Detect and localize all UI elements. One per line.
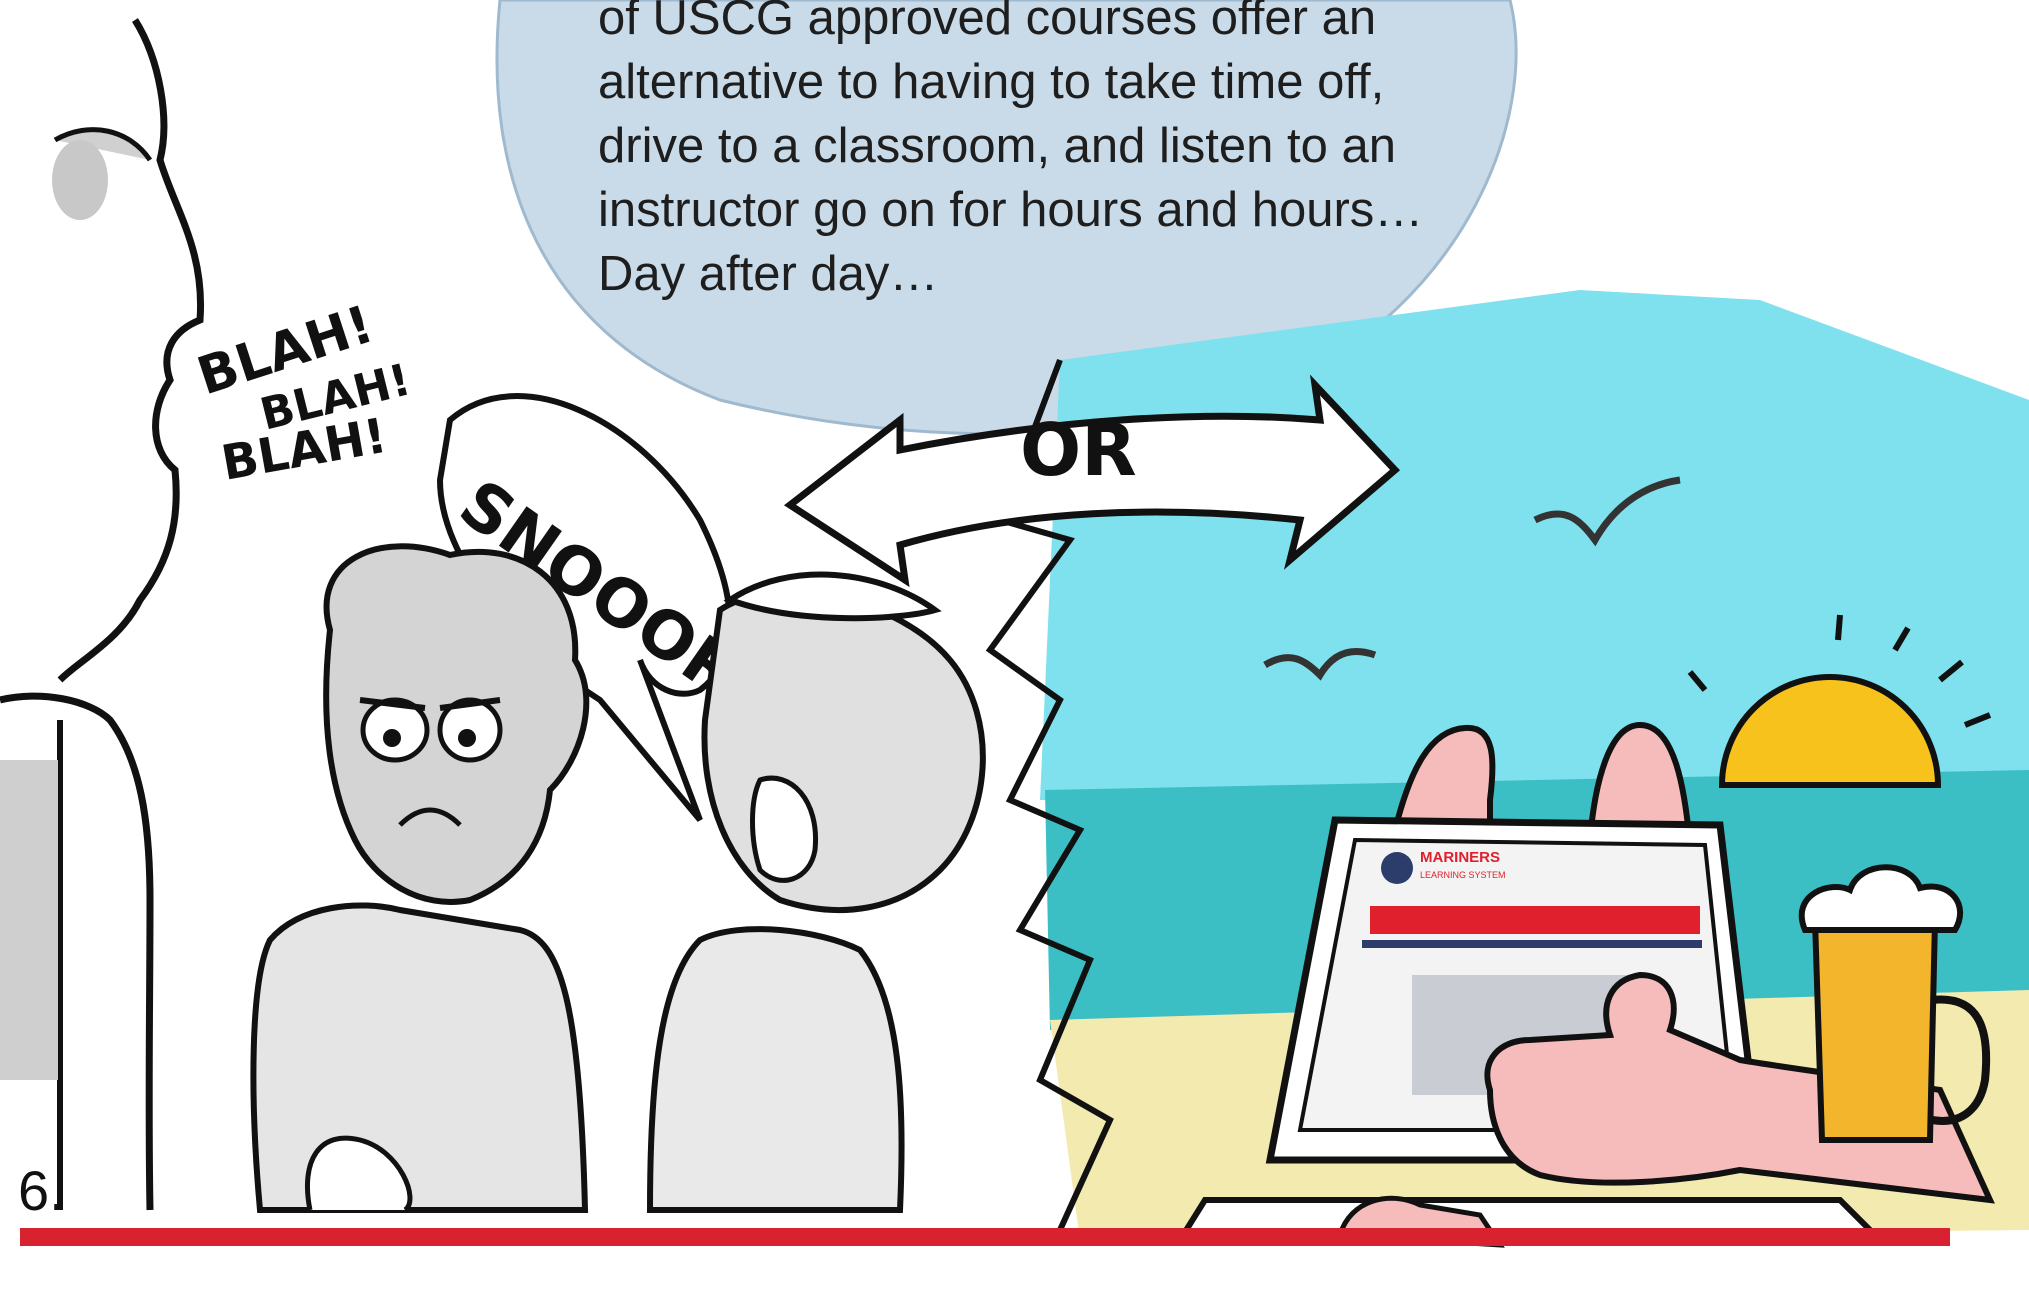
brand-red-bar <box>1370 906 1700 934</box>
logo-line2: LEARNING SYSTEM <box>1420 870 1506 880</box>
caption-text: of USCG approved courses offer an altern… <box>598 0 1498 306</box>
bored-student <box>250 543 590 1213</box>
caption-line: of USCG approved courses offer an <box>598 0 1377 45</box>
caption-line: drive to a classroom, and listen to an <box>598 119 1397 173</box>
brand-navy-bar <box>1362 940 1702 948</box>
or-label: OR <box>1020 408 1137 492</box>
blah-label-3: BLAH! <box>217 408 391 492</box>
logo-line1: MARINERS <box>1420 849 1500 866</box>
panel-number: 6. <box>18 1159 65 1222</box>
instructor-figure <box>0 18 205 1211</box>
caption-line: Day after day… <box>598 247 939 301</box>
caption-line: alternative to having to take time off, <box>598 55 1385 109</box>
mariners-logo-icon <box>1381 852 1413 884</box>
caption-line: instructor go on for hours and hours… <box>598 183 1424 237</box>
floor-line <box>20 1228 1950 1246</box>
